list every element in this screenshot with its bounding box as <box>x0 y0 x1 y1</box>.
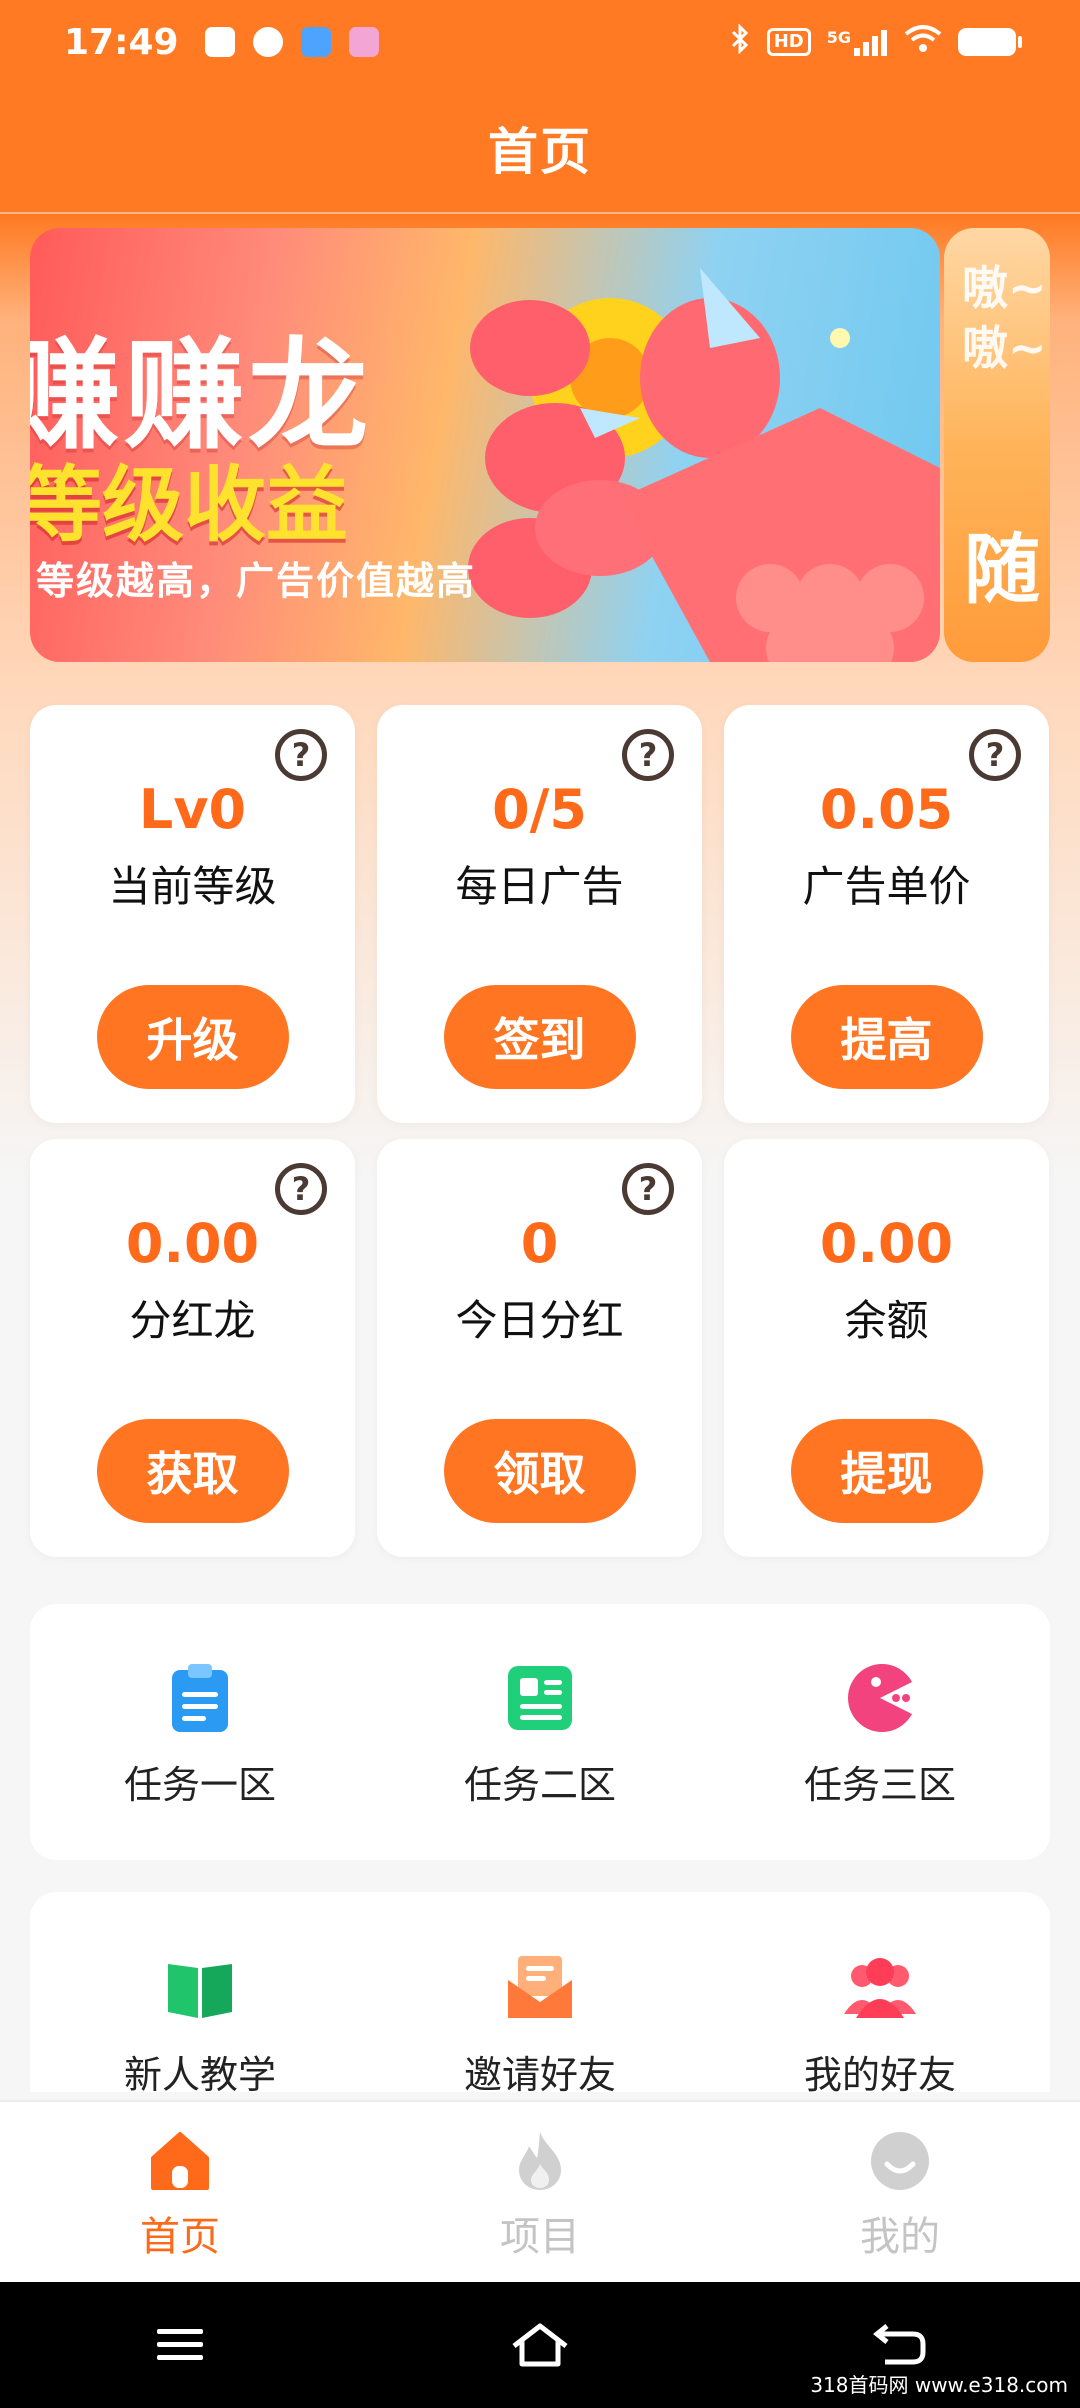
users-icon <box>844 1958 916 2018</box>
menu-item-task-zone-1[interactable]: 任务一区 <box>30 1604 370 1860</box>
nav-label: 首页 <box>140 2214 220 2260</box>
watermark-text: 318首码网 www.e318.com <box>810 2373 1068 2397</box>
peek-text-large: 随 <box>964 525 1040 614</box>
notification-icons <box>204 27 379 57</box>
flame-icon <box>519 2132 561 2190</box>
nav-tab-projects[interactable]: 项目 <box>360 2102 720 2282</box>
stat-label: 余额 <box>844 1296 929 1345</box>
next-banner-peek[interactable]: 嗷~ 嗷~ 随 <box>944 228 1050 662</box>
home-outline-icon <box>512 2323 568 2367</box>
raise-price-button[interactable]: 提高 <box>790 985 983 1089</box>
envelope-icon <box>508 1956 572 2018</box>
social-menu: 新人教学 邀请好友 我的好友 <box>30 1892 1050 2097</box>
stat-value: 0.05 <box>819 778 954 841</box>
nav-label: 项目 <box>500 2214 580 2260</box>
app-header: 首页 <box>0 84 1080 214</box>
clipboard-icon <box>172 1664 228 1732</box>
peek-text: 嗷~ 嗷~ <box>962 261 1047 375</box>
stat-label: 广告单价 <box>802 862 971 911</box>
nav-tab-mine[interactable]: 我的 <box>720 2102 1080 2282</box>
menu-item-newbie-tutorial[interactable]: 新人教学 <box>30 1892 370 2099</box>
back-arrow-icon <box>873 2324 926 2365</box>
menu-item-task-zone-3[interactable]: 任务三区 <box>710 1604 1050 1860</box>
home-button[interactable] <box>500 2315 580 2375</box>
menu-label: 任务一区 <box>123 1763 276 1807</box>
stat-value: 0 <box>520 1212 559 1275</box>
stat-card-level: ? Lv0 当前等级 升级 <box>30 705 355 1123</box>
menu-label: 任务二区 <box>463 1763 616 1807</box>
wifi-icon <box>904 24 942 60</box>
nav-label: 我的 <box>860 2214 940 2260</box>
menu-label: 我的好友 <box>803 2053 956 2097</box>
stat-value: 0.00 <box>819 1212 954 1275</box>
help-icon[interactable]: ? <box>622 729 674 781</box>
stat-label: 分红龙 <box>129 1296 256 1345</box>
withdraw-button[interactable]: 提现 <box>790 1419 983 1523</box>
hd-badge: HD <box>766 28 811 56</box>
upgrade-button[interactable]: 升级 <box>96 985 289 1089</box>
open-book-icon <box>168 1964 232 2018</box>
stat-card-balance: 0.00 余额 提现 <box>724 1139 1049 1557</box>
pacman-icon <box>848 1664 912 1732</box>
document-list-icon <box>508 1666 572 1730</box>
menu-item-my-friends[interactable]: 我的好友 <box>710 1892 1050 2099</box>
obtain-button[interactable]: 获取 <box>96 1419 289 1523</box>
banner-subtitle: 等级收益 <box>30 457 349 553</box>
menu-item-task-zone-2[interactable]: 任务二区 <box>370 1604 710 1860</box>
stat-card-dividend-dragon: ? 0.00 分红龙 获取 <box>30 1139 355 1557</box>
menu-item-invite-friends[interactable]: 邀请好友 <box>370 1892 710 2099</box>
bluetooth-icon <box>729 23 751 60</box>
stat-card-today-dividend: ? 0 今日分红 领取 <box>377 1139 702 1557</box>
bottom-navigation: 首页 项目 我的 <box>0 2100 1080 2282</box>
menu-label: 任务三区 <box>803 1763 956 1807</box>
help-icon[interactable]: ? <box>969 729 1021 781</box>
hamburger-icon <box>157 2329 203 2360</box>
stat-value: Lv0 <box>138 778 247 841</box>
camera-notification-icon <box>348 27 379 57</box>
stats-grid: ? Lv0 当前等级 升级 ? 0/5 每日广告 签到 ? 0.05 广告单价 … <box>30 705 1050 1557</box>
stat-value: 0/5 <box>492 778 587 841</box>
app-notification-icon <box>300 27 331 57</box>
check-in-button[interactable]: 签到 <box>443 985 636 1089</box>
promo-banner[interactable]: 赚赚龙 等级收益 等级越高，广告价值越高 <box>30 228 940 662</box>
status-bar: 17:49 HD 5G <box>0 0 1080 84</box>
stat-label: 当前等级 <box>108 862 277 911</box>
stat-card-ad-price: ? 0.05 广告单价 提高 <box>724 705 1049 1123</box>
nav-tab-home[interactable]: 首页 <box>0 2102 360 2282</box>
menu-label: 新人教学 <box>123 2053 276 2097</box>
network-type: 5G <box>826 28 851 47</box>
help-icon[interactable]: ? <box>275 1163 327 1215</box>
menu-button[interactable] <box>140 2315 220 2375</box>
status-time: 17:49 <box>64 21 179 63</box>
dragon-illustration <box>468 268 940 662</box>
menu-label: 邀请好友 <box>463 2053 616 2097</box>
help-icon[interactable]: ? <box>622 1163 674 1215</box>
help-icon[interactable]: ? <box>275 729 327 781</box>
home-icon <box>151 2132 209 2190</box>
task-zone-menu: 任务一区 任务二区 任务三区 <box>30 1604 1050 1860</box>
stat-card-daily-ads: ? 0/5 每日广告 签到 <box>377 705 702 1123</box>
smiley-icon <box>871 2132 929 2190</box>
system-status-icons: HD 5G <box>729 23 1022 60</box>
claim-button[interactable]: 领取 <box>443 1419 636 1523</box>
signal-icon: 5G <box>827 28 888 56</box>
stat-value: 0.00 <box>125 1212 260 1275</box>
stat-label: 今日分红 <box>455 1296 624 1345</box>
battery-icon <box>958 28 1022 56</box>
back-button[interactable] <box>860 2315 940 2375</box>
page-title: 首页 <box>488 123 592 181</box>
banner-caption: 等级越高，广告价值越高 <box>36 559 477 603</box>
check-notification-icon <box>252 27 283 57</box>
stat-label: 每日广告 <box>455 862 624 911</box>
system-navigation-bar: 318首码网 www.e318.com <box>0 2282 1080 2408</box>
clipboard-notification-icon <box>204 27 235 57</box>
